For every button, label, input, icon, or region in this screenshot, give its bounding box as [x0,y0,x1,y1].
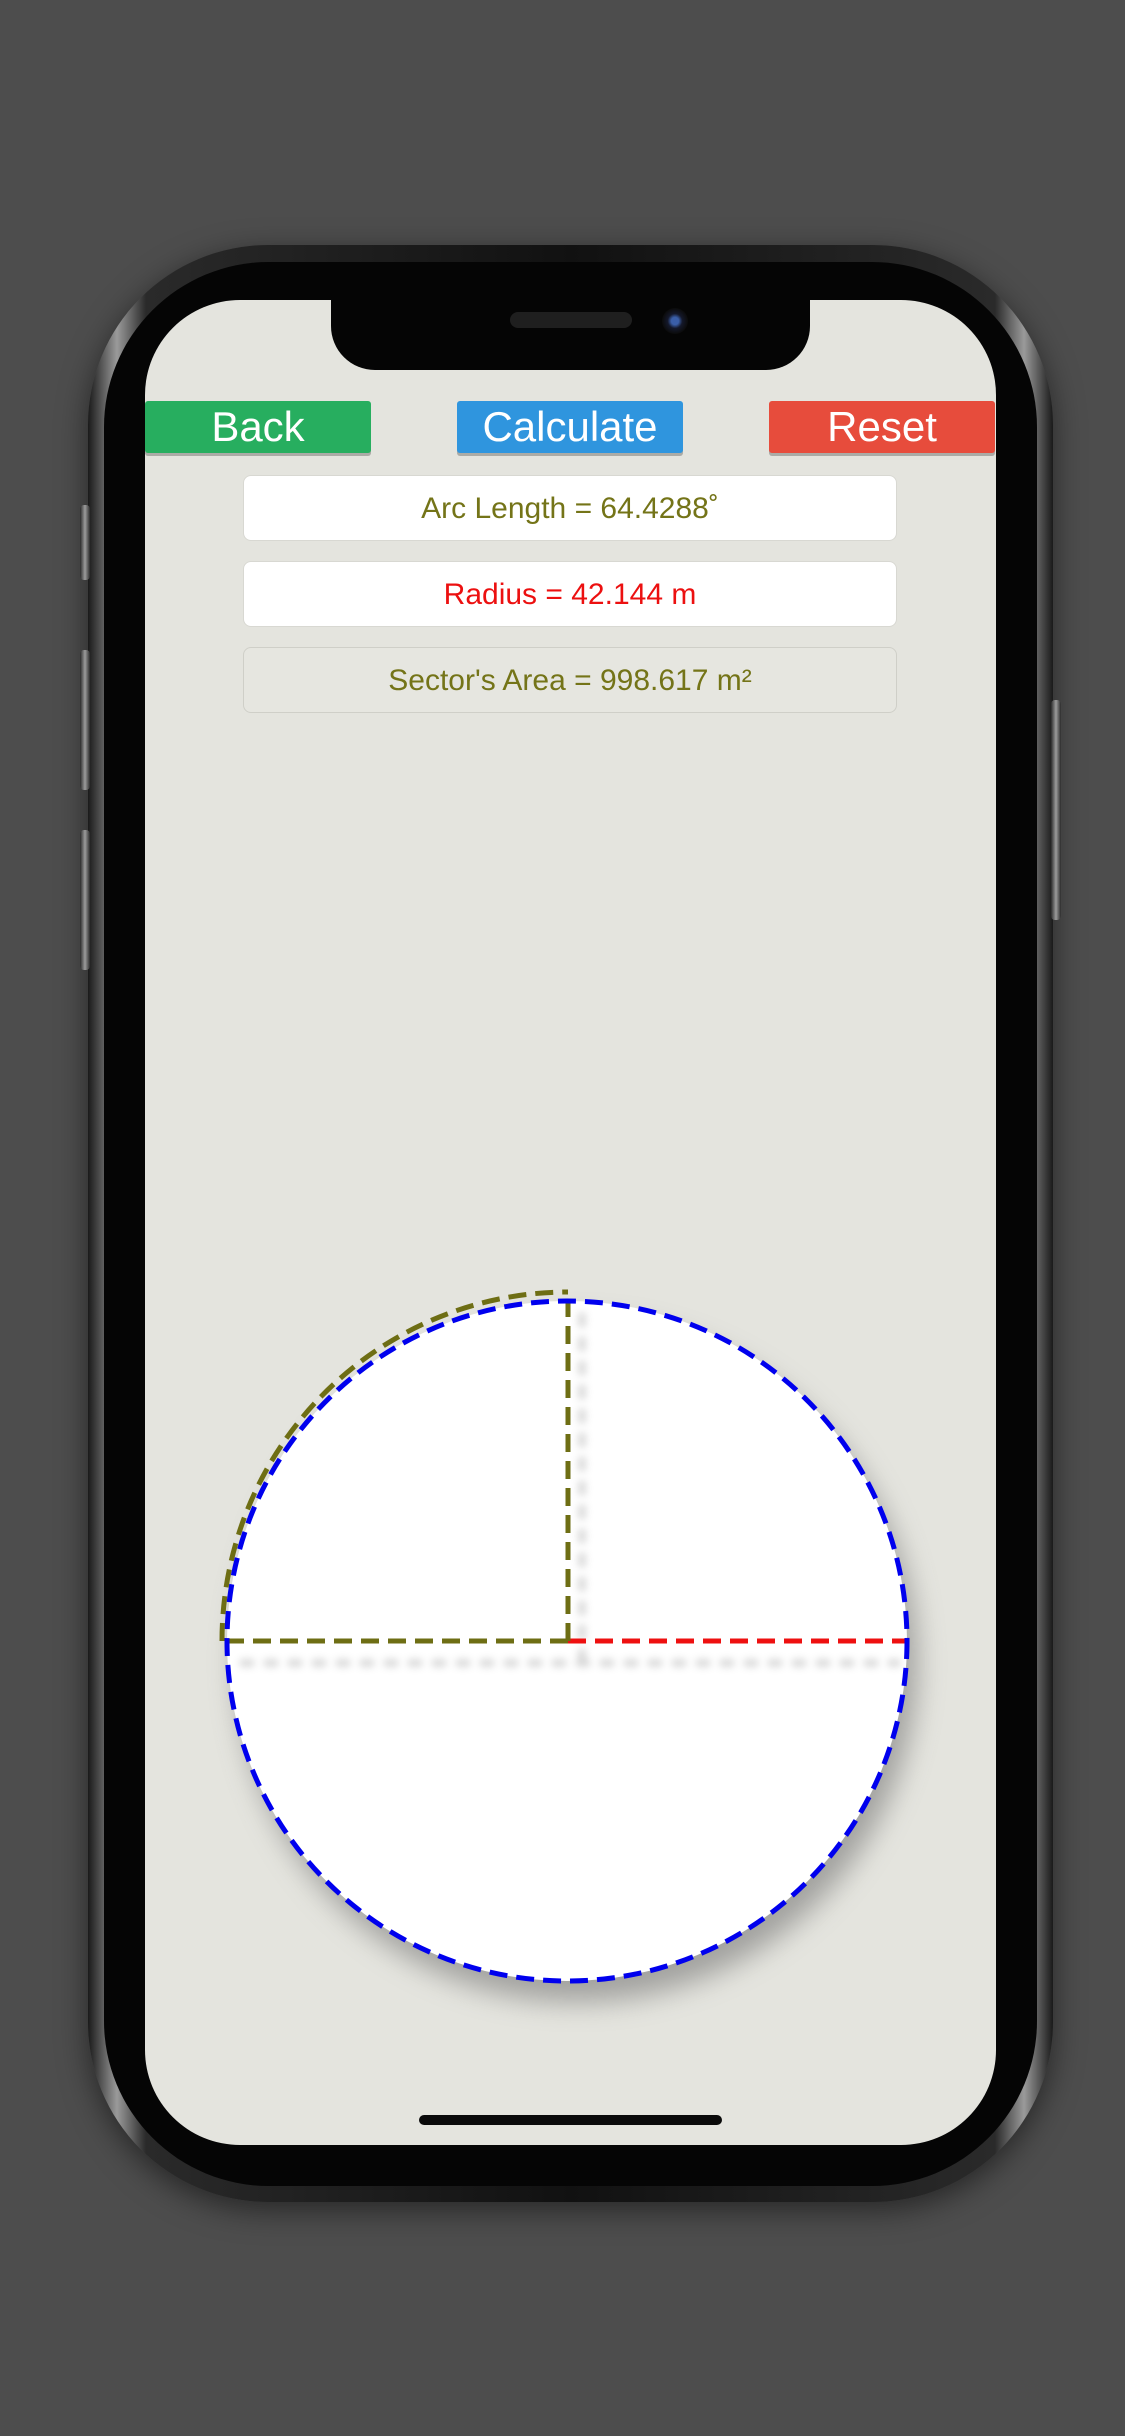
home-indicator[interactable] [419,2115,722,2125]
sector-diagram [219,1289,917,2002]
power-button [1051,700,1061,920]
volume-down-button [80,830,90,970]
notch [331,300,810,370]
camera-icon [662,308,688,334]
app-screen: Back Calculate Reset Arc Length = 64.428… [145,300,996,2145]
speaker-grille [510,312,632,328]
silent-switch [80,505,90,580]
volume-up-button [80,650,90,790]
